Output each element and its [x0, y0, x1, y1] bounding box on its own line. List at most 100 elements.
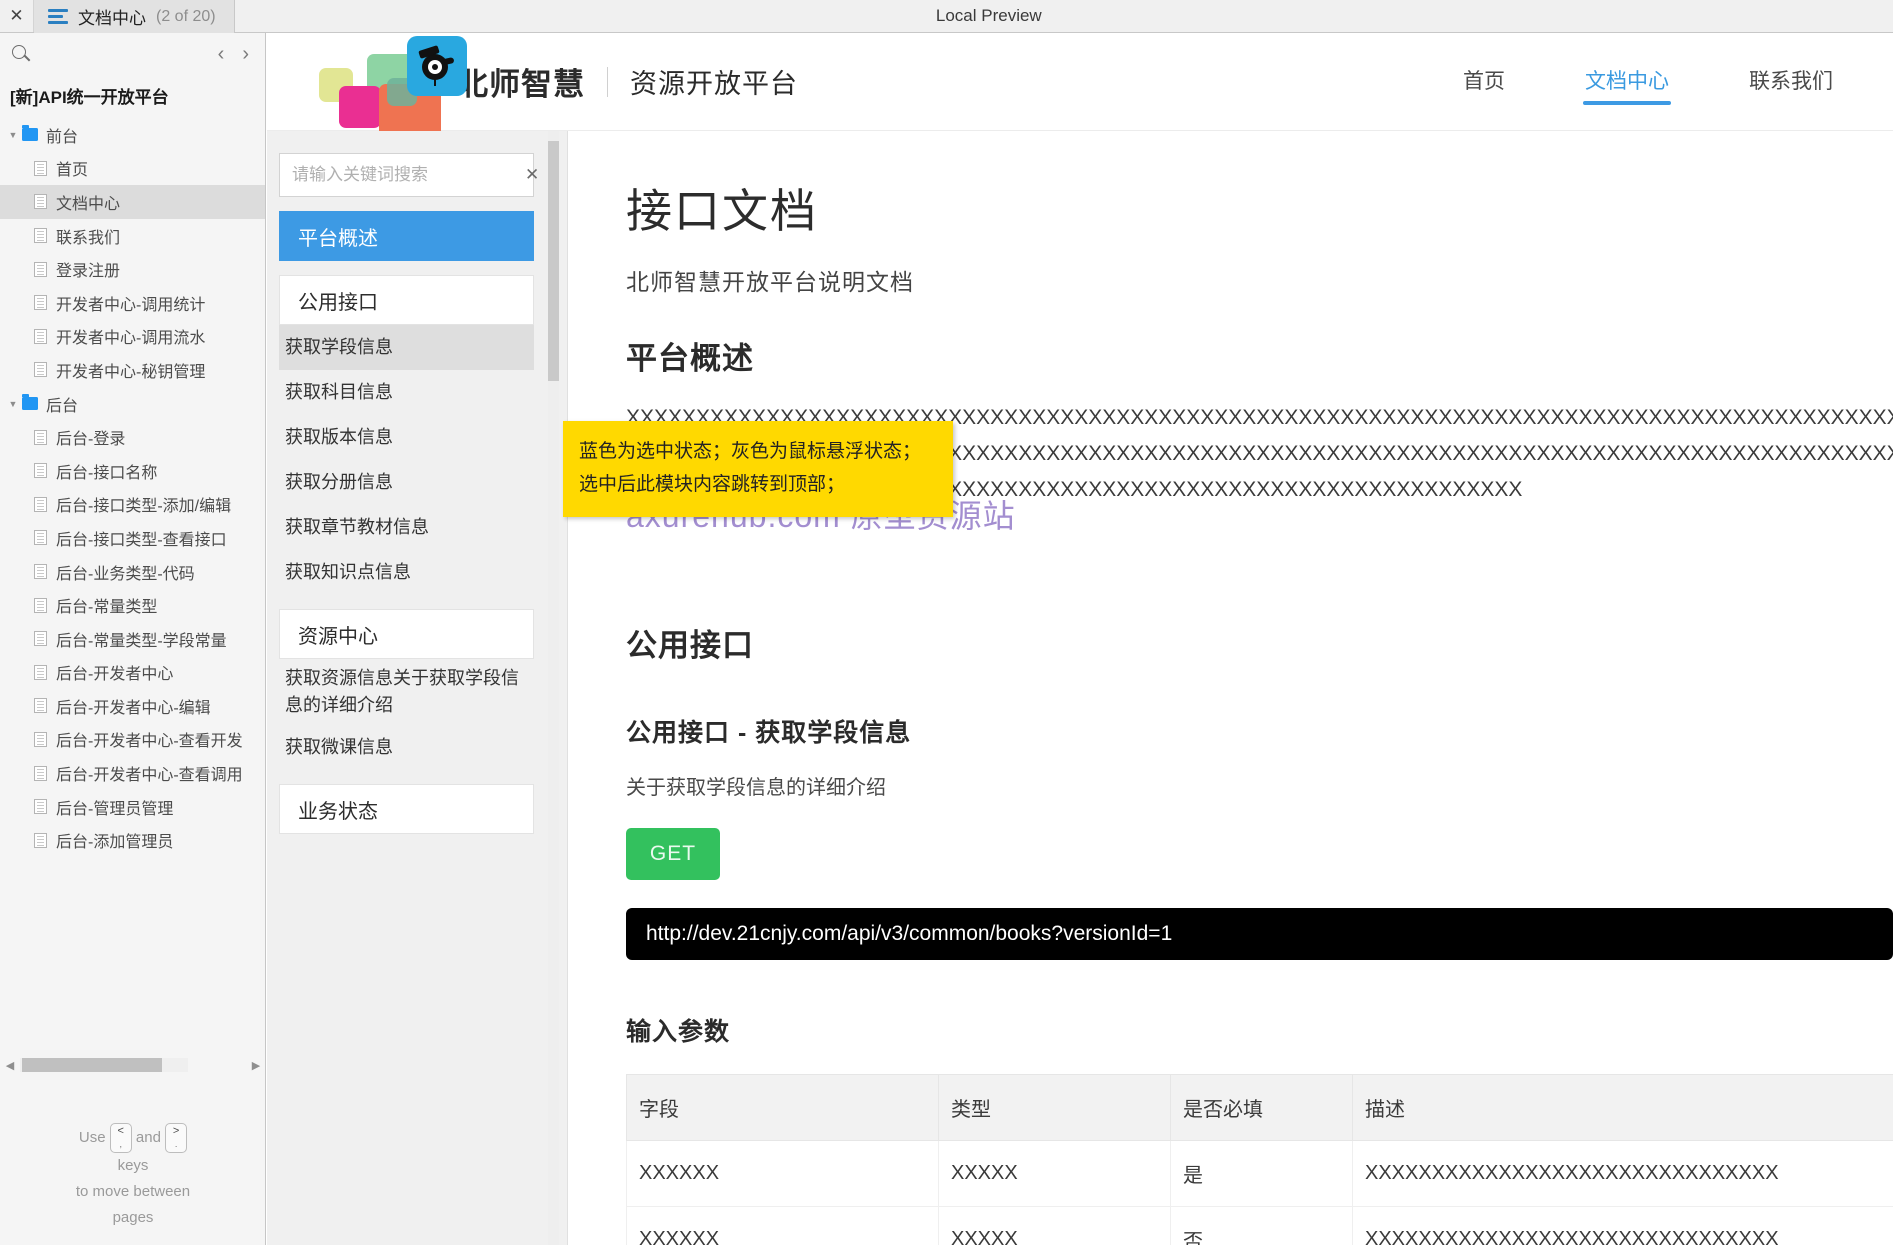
scroll-track[interactable]: [20, 1058, 188, 1072]
search-input[interactable]: [280, 154, 525, 196]
tree-item-label: 后台-开发者中心: [56, 666, 174, 684]
tree-item-17[interactable]: 后台-开发者中心-编辑: [0, 689, 265, 723]
doc-nav-item-1-4[interactable]: 获取章节教材信息: [279, 505, 534, 550]
page-icon: [34, 564, 47, 580]
tree-item-7[interactable]: 开发者中心-秘钥管理: [0, 353, 265, 387]
brand[interactable]: 北师智慧 资源开放平台: [319, 35, 798, 146]
next-page-button[interactable]: ›: [242, 44, 249, 64]
tree-item-2[interactable]: 文档中心: [0, 185, 265, 219]
preview-top-bar: ✕ 文档中心 (2 of 20) Local Preview: [0, 0, 1893, 33]
table-col-header-3: 描述: [1352, 1074, 1893, 1141]
doc-nav-item-1-2[interactable]: 获取版本信息: [279, 415, 534, 460]
api-heading: 公用接口 - 获取学段信息: [626, 719, 912, 747]
nav-item-1[interactable]: 文档中心: [1545, 33, 1709, 131]
brand-subtitle: 资源开放平台: [630, 69, 798, 99]
tree-item-10[interactable]: 后台-接口名称: [0, 454, 265, 488]
tree-item-15[interactable]: 后台-常量类型-学段常量: [0, 622, 265, 656]
section-heading-overview: 平台概述: [626, 341, 754, 376]
table-cell: XXXXXX: [626, 1140, 939, 1207]
caret-down-icon[interactable]: ▼: [4, 399, 22, 409]
close-icon[interactable]: ✕: [0, 0, 34, 32]
tree-item-label: 后台-常量类型: [56, 599, 158, 617]
help-line-2: to move between: [75, 1183, 191, 1200]
brand-name: 北师智慧: [457, 67, 585, 102]
doc-nav-item-1-1[interactable]: 获取科目信息: [279, 370, 534, 415]
tree-item-label: 文档中心: [56, 195, 121, 213]
table-col-header-1: 类型: [938, 1074, 1171, 1141]
table-cell: XXXXX: [938, 1140, 1171, 1207]
clear-search-icon[interactable]: ✕: [525, 165, 539, 185]
table-col-header-0: 字段: [626, 1074, 939, 1141]
caret-down-icon[interactable]: ▼: [4, 130, 22, 140]
doc-search[interactable]: ✕: [279, 153, 539, 197]
help-line-3: pages: [112, 1209, 154, 1226]
next-key-cap: > .: [165, 1123, 188, 1153]
tree-item-11[interactable]: 后台-接口类型-添加/编辑: [0, 488, 265, 522]
note-line-2: 选中后此模块内容跳转到顶部；: [579, 474, 846, 495]
section-heading-common-api: 公用接口: [626, 628, 754, 663]
annotation-note: 蓝色为选中状态；灰色为鼠标悬浮状态； 选中后此模块内容跳转到顶部；: [563, 421, 953, 517]
tree-item-14[interactable]: 后台-常量类型: [0, 588, 265, 622]
doc-group-header-0[interactable]: 平台概述: [279, 211, 534, 261]
tree-item-12[interactable]: 后台-接口类型-查看接口: [0, 521, 265, 555]
tree-item-label: 后台-接口类型-查看接口: [56, 531, 227, 549]
tree-item-3[interactable]: 联系我们: [0, 219, 265, 253]
tree-item-label: 后台-开发者中心-查看调用: [56, 767, 243, 785]
page-tab[interactable]: 文档中心 (2 of 20): [34, 0, 235, 33]
table-col-header-2: 是否必填: [1170, 1074, 1353, 1141]
doc-group-header-1[interactable]: 公用接口: [279, 275, 534, 325]
http-method-badge[interactable]: GET: [626, 828, 720, 880]
doc-panel-scroll-thumb[interactable]: [548, 141, 559, 381]
page-icon: [34, 463, 47, 479]
nav-item-2[interactable]: 联系我们: [1709, 33, 1873, 131]
sidebar-toolbar: ‹ ›: [0, 33, 265, 75]
tree-item-4[interactable]: 登录注册: [0, 252, 265, 286]
search-icon[interactable]: [8, 41, 34, 67]
doc-group-header-2[interactable]: 资源中心: [279, 609, 534, 659]
tree-item-label: 开发者中心-秘钥管理: [56, 363, 206, 381]
doc-nav-item-1-3[interactable]: 获取分册信息: [279, 460, 534, 505]
doc-nav-groups: 平台概述公用接口 获取学段信息 获取科目信息 获取版本信息 获取分册信息 获取章节教材信息…: [279, 211, 552, 834]
table-cell: XXXXXXXXXXXXXXXXXXXXXXXXXXXXXXX: [1352, 1140, 1893, 1207]
tree-item-label: 开发者中心-调用统计: [56, 296, 206, 314]
table-header-row: 字段 类型 是否必填 描述: [626, 1074, 1893, 1141]
doc-group-header-3[interactable]: 业务状态: [279, 784, 534, 834]
tree-item-1[interactable]: 首页: [0, 152, 265, 186]
api-url-bar[interactable]: http://dev.21cnjy.com/api/v3/common/book…: [626, 908, 1893, 960]
nav-item-0[interactable]: 首页: [1423, 33, 1545, 131]
tree-item-13[interactable]: 后台-业务类型-代码: [0, 555, 265, 589]
help-keys-label: keys: [117, 1157, 149, 1174]
doc-nav-item-2-1[interactable]: 获取微课信息: [279, 725, 534, 770]
doc-nav-item-1-5[interactable]: 获取知识点信息: [279, 550, 534, 595]
tree-item-9[interactable]: 后台-登录: [0, 420, 265, 454]
tree-item-21[interactable]: 后台-添加管理员: [0, 823, 265, 857]
tree-item-6[interactable]: 开发者中心-调用流水: [0, 320, 265, 354]
page-icon: [34, 362, 47, 378]
main-content: 接口文档 北师智慧开放平台说明文档 平台概述 XXXXXXXXXXXXXXXXX…: [568, 131, 1893, 1245]
next-key-top: >: [172, 1125, 180, 1137]
page-icon: [34, 698, 47, 714]
tree-item-8[interactable]: ▼ 后台: [0, 387, 265, 421]
folder-icon: [22, 394, 38, 411]
tree-item-19[interactable]: 后台-开发者中心-查看调用: [0, 756, 265, 790]
tree-item-16[interactable]: 后台-开发者中心: [0, 656, 265, 690]
tree-item-20[interactable]: 后台-管理员管理: [0, 790, 265, 824]
scroll-left-icon[interactable]: ◀: [0, 1059, 20, 1072]
tree-item-5[interactable]: 开发者中心-调用统计: [0, 286, 265, 320]
tree-item-label: 后台-管理员管理: [56, 800, 174, 818]
tree-item-label: 联系我们: [56, 229, 121, 247]
tree-item-18[interactable]: 后台-开发者中心-查看开发: [0, 723, 265, 757]
tree-item-label: 后台-业务类型-代码: [56, 565, 195, 583]
scroll-thumb[interactable]: [22, 1058, 162, 1072]
sidebar-horizontal-scrollbar[interactable]: ◀ ▶: [0, 1053, 265, 1077]
project-title: [新]API统一开放平台: [10, 88, 169, 107]
doc-nav-item-1-0[interactable]: 获取学段信息: [279, 325, 534, 370]
prev-page-button[interactable]: ‹: [218, 44, 225, 64]
scroll-right-icon[interactable]: ▶: [246, 1059, 265, 1072]
table-row: XXXXXX XXXXX 是 XXXXXXXXXXXXXXXXXXXXXXXXXXXX…: [626, 1140, 1893, 1207]
doc-nav-item-2-0[interactable]: 获取资源信息关于获取学段信息的详细介绍: [279, 659, 534, 725]
logo-blocks-icon: [319, 35, 467, 146]
site-nav: 首页 文档中心 联系我们: [1423, 33, 1893, 131]
tree-item-0[interactable]: ▼ 前台: [0, 118, 265, 152]
brand-divider: [607, 66, 608, 97]
